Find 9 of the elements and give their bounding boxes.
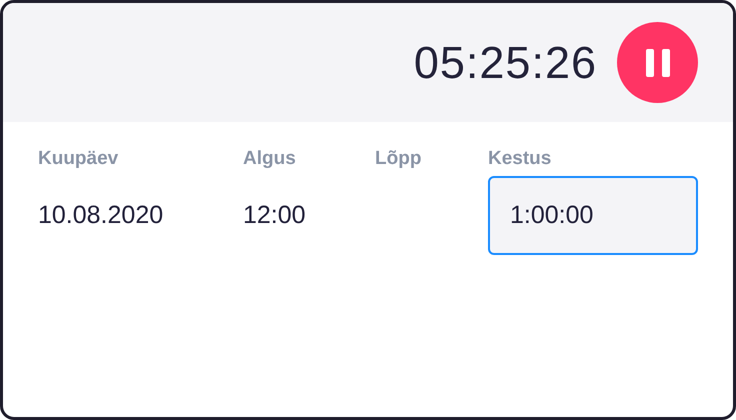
column-label: Algus: [243, 148, 296, 170]
column-label: Lõpp: [375, 148, 422, 170]
date-value: 10.08.2020: [38, 201, 164, 230]
column-label: Kuupäev: [38, 148, 118, 170]
elapsed-time: 05:25:26: [414, 36, 597, 88]
duration-field[interactable]: 1:00:00: [488, 176, 698, 255]
start-value: 12:00: [243, 201, 306, 230]
column-label: Kestus: [488, 148, 552, 170]
pause-icon: [646, 48, 670, 76]
